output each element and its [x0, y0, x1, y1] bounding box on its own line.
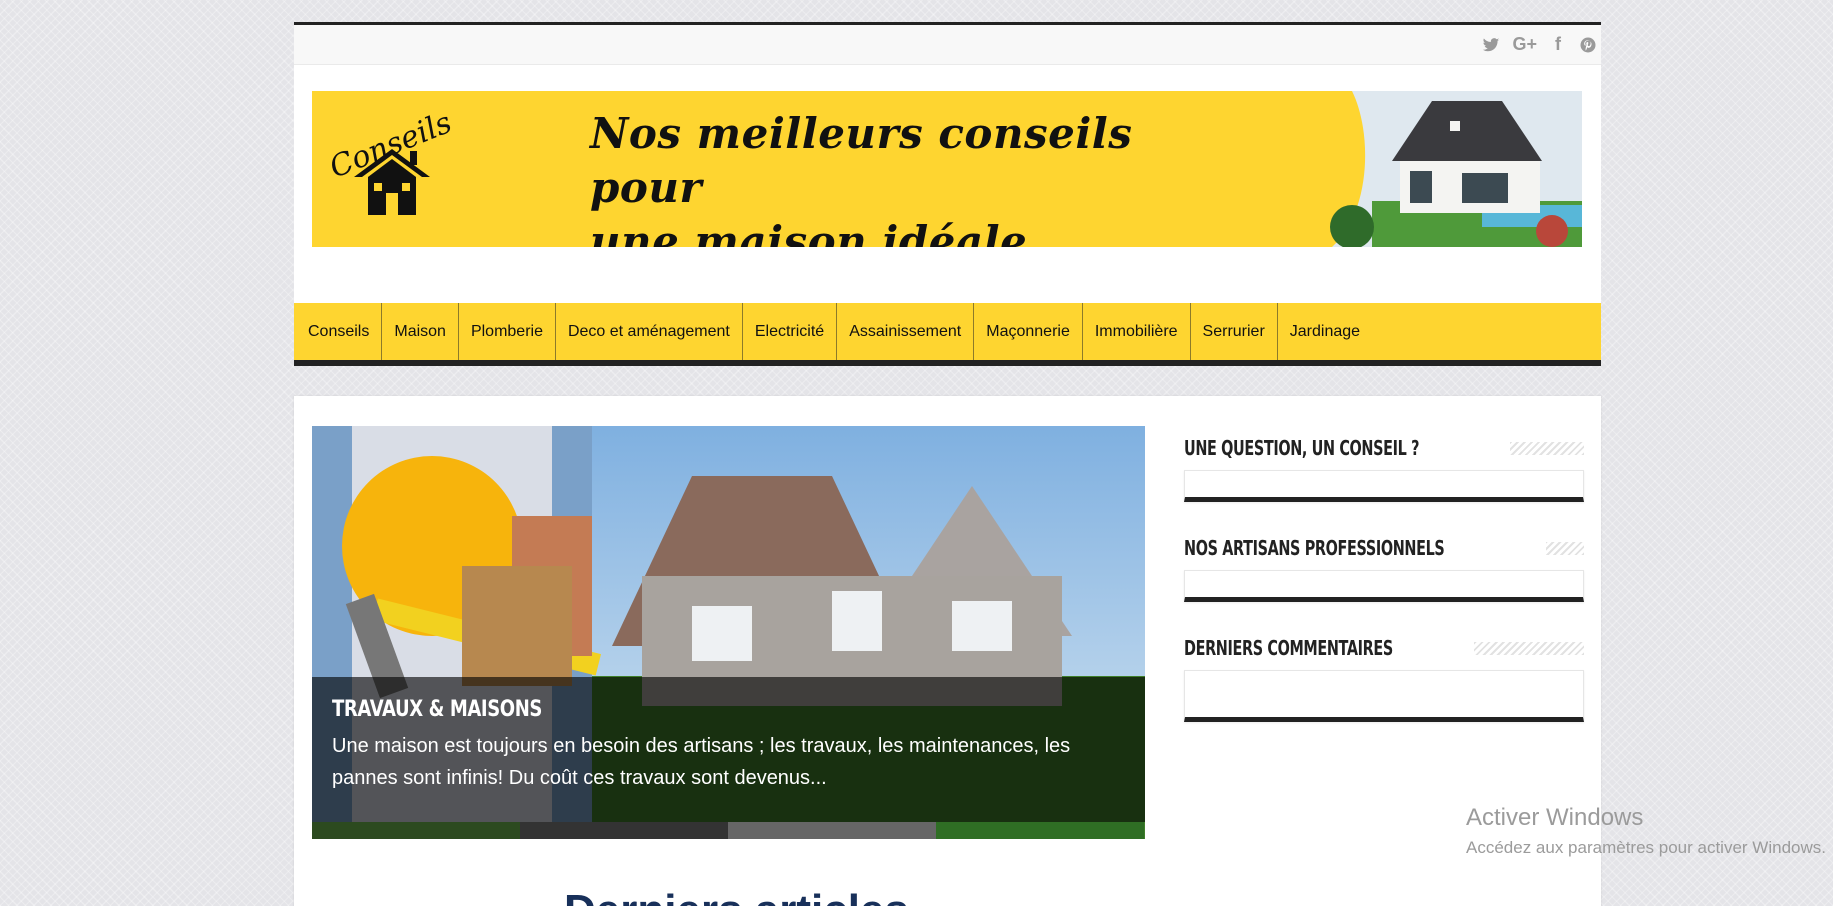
widget-stripe	[1474, 641, 1584, 655]
header-wrapper: G+ f Conseils Nos meilleurs conseils pou…	[294, 22, 1601, 366]
widget-stripe	[1545, 541, 1584, 555]
widget-question: UNE QUESTION, UN CONSEIL ?	[1184, 434, 1584, 502]
nav-item-conseils[interactable]: Conseils	[296, 303, 383, 360]
nav-item-maison[interactable]: Maison	[382, 303, 459, 360]
content-area: TRAVAUX & MAISONS Une maison est toujour…	[294, 396, 1601, 906]
nav-item-assainissement[interactable]: Assainissement	[837, 303, 975, 360]
windows-activation-watermark: Activer Windows Accédez aux paramètres p…	[1466, 804, 1826, 858]
nav-item-jardinage[interactable]: Jardinage	[1278, 303, 1372, 360]
slider-dot-3[interactable]	[728, 822, 936, 839]
nav-item-deco[interactable]: Deco et aménagement	[556, 303, 743, 360]
widget-stripe	[1510, 441, 1584, 455]
widget-title-artisans: NOS ARTISANS PROFESSIONNELS	[1184, 536, 1445, 560]
widget-title-comments: DERNIERS COMMENTAIRES	[1184, 636, 1393, 660]
nav-item-serrurier[interactable]: Serrurier	[1191, 303, 1278, 360]
facebook-label: f	[1555, 34, 1561, 54]
slider-caption: TRAVAUX & MAISONS Une maison est toujour…	[312, 677, 1145, 822]
header-banner[interactable]: Conseils Nos meilleurs conseils pour une…	[312, 91, 1582, 247]
banner-headline: Nos meilleurs conseils pour une maison i…	[590, 109, 1133, 247]
slider-dot-2[interactable]	[520, 822, 728, 839]
google-plus-icon[interactable]: G+	[1512, 34, 1537, 55]
slider-dot-4[interactable]	[936, 822, 1144, 839]
widget-comments: DERNIERS COMMENTAIRES	[1184, 634, 1584, 722]
widget-box-artisans	[1184, 570, 1584, 602]
main-nav: Conseils Maison Plomberie Deco et aménag…	[294, 303, 1601, 366]
pinterest-icon[interactable]	[1579, 35, 1597, 55]
nav-item-immobiliere[interactable]: Immobilière	[1083, 303, 1191, 360]
featured-slider[interactable]: TRAVAUX & MAISONS Une maison est toujour…	[312, 426, 1145, 839]
widget-box-question	[1184, 470, 1584, 502]
sidebar: UNE QUESTION, UN CONSEIL ? NOS ARTISANS …	[1184, 434, 1584, 754]
nav-item-maconnerie[interactable]: Maçonnerie	[974, 303, 1083, 360]
widget-artisans: NOS ARTISANS PROFESSIONNELS	[1184, 534, 1584, 602]
watermark-subtitle: Accédez aux paramètres pour activer Wind…	[1466, 838, 1826, 857]
slider-excerpt: Une maison est toujours en besoin des ar…	[332, 735, 1071, 789]
slider-title[interactable]: TRAVAUX & MAISONS	[332, 697, 982, 722]
nav-item-electricite[interactable]: Electricité	[743, 303, 838, 360]
widget-box-comments	[1184, 670, 1584, 722]
house-photo	[1312, 91, 1582, 247]
section-heading: Derniers articles	[564, 886, 909, 906]
google-plus-label: G+	[1512, 34, 1537, 54]
facebook-icon[interactable]: f	[1549, 34, 1567, 55]
twitter-icon[interactable]	[1482, 35, 1500, 55]
nav-item-plomberie[interactable]: Plomberie	[459, 303, 556, 360]
widget-title-question: UNE QUESTION, UN CONSEIL ?	[1184, 436, 1420, 460]
slider-dot-1[interactable]	[312, 822, 520, 839]
top-bar: G+ f	[294, 25, 1601, 65]
watermark-title: Activer Windows	[1466, 804, 1644, 831]
house-logo-icon: Conseils	[326, 111, 456, 215]
slider-pagination	[312, 822, 1145, 839]
